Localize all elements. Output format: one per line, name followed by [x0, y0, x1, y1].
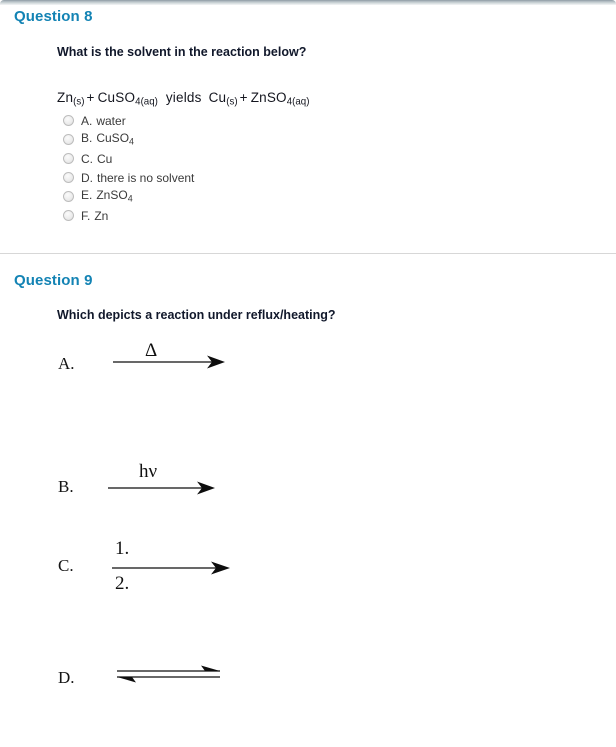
question-8-prompt: What is the solvent in the reaction belo… [57, 45, 307, 59]
equation-plus-2: + [239, 90, 248, 105]
option-text-b: CuSO [96, 131, 130, 146]
reaction-arrow-a: Δ [113, 340, 233, 389]
option-letter-a: A. [81, 113, 93, 128]
option-label-a: A. water [81, 115, 126, 127]
question-8-options: A. water B. CuSO4 C. Cu D. there is no solve… [63, 111, 383, 225]
radio-button-b[interactable] [63, 134, 74, 145]
choice-letter-c: C. [58, 556, 74, 575]
arrow-c-below-label: 2. [115, 573, 130, 594]
question-divider [0, 253, 616, 254]
radio-button-a[interactable] [63, 115, 74, 126]
question-9-choice-c[interactable]: C. 1. 2. [0, 538, 616, 600]
option-letter-d: D. [81, 170, 93, 185]
question-9-prompt: Which depicts a reaction under reflux/he… [57, 308, 336, 322]
arrow-b-above-label: hν [139, 461, 158, 482]
option-letter-f: F. [81, 208, 91, 223]
window-top-bar [0, 0, 616, 5]
choice-letter-b: B. [58, 477, 74, 496]
arrow-a-above-label: Δ [145, 340, 158, 361]
option-text-c: Cu [97, 151, 113, 166]
option-row-a[interactable]: A. water [63, 111, 383, 130]
choice-letter-a: A. [58, 354, 75, 373]
choice-letter-d: D. [58, 668, 75, 687]
chemical-equation: Zn(s) + CuSO4(aq) yields Cu(s) + ZnSO4(aq) [57, 90, 309, 108]
option-text-d: there is no solvent [97, 170, 195, 185]
reaction-arrow-b: hν [108, 461, 228, 512]
option-text-b-subscript: 4 [129, 136, 134, 147]
option-label-b: B. CuSO4 [81, 132, 134, 147]
option-label-d: D. there is no solvent [81, 172, 194, 184]
question-9-heading: Question 9 [14, 272, 93, 289]
option-letter-b: B. [81, 131, 93, 146]
option-row-d[interactable]: D. there is no solvent [63, 168, 383, 187]
option-row-e[interactable]: E. ZnSO4 [63, 187, 383, 206]
single-right-arrow-icon [112, 561, 230, 575]
equation-plus-1: + [86, 90, 95, 105]
question-9-choice-a[interactable]: A. Δ [0, 340, 616, 400]
reaction-arrow-d [117, 658, 237, 703]
option-row-c[interactable]: C. Cu [63, 149, 383, 168]
single-right-arrow-icon [108, 481, 215, 495]
equation-product-1-state: (s) [226, 96, 238, 108]
question-9-choice-b[interactable]: B. hν [0, 461, 616, 523]
question-8-heading: Question 8 [14, 8, 93, 25]
radio-button-f[interactable] [63, 210, 74, 221]
equation-product-2: ZnSO4(aq) [250, 90, 310, 108]
option-letter-e: E. [81, 188, 93, 203]
question-9-choice-d[interactable]: D. [0, 658, 616, 718]
option-label-f: F. Zn [81, 210, 108, 222]
radio-button-e[interactable] [63, 191, 74, 202]
reaction-arrow-c: 1. 2. [112, 538, 242, 605]
option-text-e-subscript: 4 [127, 193, 133, 204]
equation-reactant-2: CuSO4(aq) [97, 90, 158, 108]
equation-reactant-1: Zn(s) [57, 90, 85, 108]
equation-yields-word: yields [165, 90, 202, 105]
option-text-a: water [96, 113, 126, 128]
option-label-e: E. ZnSO4 [81, 189, 133, 204]
equilibrium-arrow-icon [117, 665, 220, 683]
radio-button-c[interactable] [63, 153, 74, 164]
single-right-arrow-icon [113, 355, 225, 369]
option-letter-c: C. [81, 151, 93, 166]
option-row-f[interactable]: F. Zn [63, 206, 383, 225]
option-text-f: Zn [94, 208, 109, 223]
option-label-c: C. Cu [81, 153, 112, 165]
equation-product-2-state: (aq) [292, 96, 310, 108]
equation-reactant-1-state: (s) [73, 96, 85, 108]
equation-reactant-2-state: (aq) [140, 96, 158, 108]
option-text-e: ZnSO [96, 188, 128, 203]
equation-product-1: Cu(s) [208, 90, 238, 108]
arrow-c-above-label: 1. [115, 538, 130, 559]
radio-button-d[interactable] [63, 172, 74, 183]
option-row-b[interactable]: B. CuSO4 [63, 130, 383, 149]
